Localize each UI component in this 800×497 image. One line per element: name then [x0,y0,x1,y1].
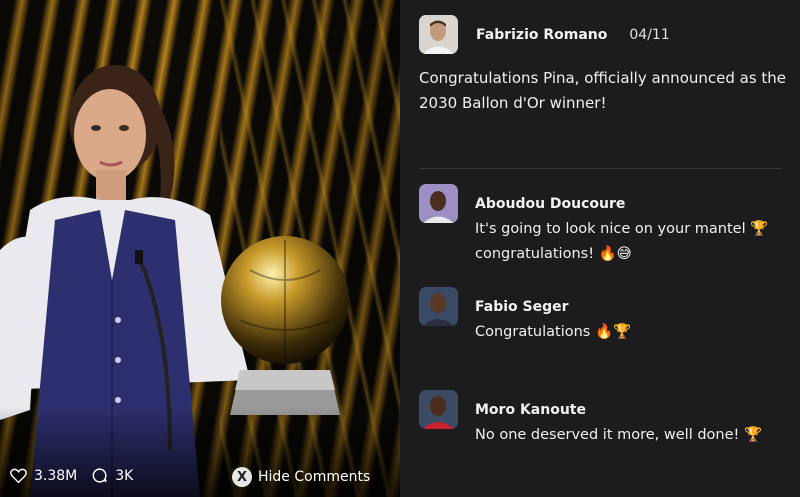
commenter-avatar[interactable] [419,287,458,326]
post-author-name[interactable]: Fabrizio Romano [476,27,607,43]
comment-item: Moro Kanoute No one deserved it more, we… [419,390,762,448]
comments-count: 3K [115,467,134,484]
social-post-view: 3.38M 3K X Hide Comments Fabrizio Romano [0,0,800,497]
post-text: Congratulations Pina, officially announc… [419,69,787,112]
likes-count: 3.38M [34,467,78,484]
comment-author[interactable]: Fabio Seger [475,299,631,315]
comment-author[interactable]: Aboudou Doucoure [475,196,768,212]
commenter-avatar[interactable] [419,390,458,429]
comment-item: Aboudou Doucoure It's going to look nice… [419,184,768,267]
comment-line: congratulations! 🔥😅 [475,246,632,262]
post-date: 04/11 [629,26,670,43]
comment-line: No one deserved it more, well done! 🏆 [475,427,763,443]
comments-stat[interactable]: 3K [91,467,133,484]
post-header: Fabrizio Romano 04/11 [419,15,670,54]
comment-line: Congratulations 🔥🏆 [475,324,632,340]
commenter-avatar[interactable] [419,184,458,223]
comments-panel: Fabrizio Romano 04/11 Congratulations Pi… [400,0,800,497]
comment-bubble-icon [92,468,107,483]
comment-item: Fabio Seger Congratulations 🔥🏆 [419,287,631,345]
author-avatar[interactable] [419,15,458,54]
likes-stat[interactable]: 3.38M [10,468,77,484]
hide-comments-button[interactable]: X Hide Comments [232,467,370,487]
post-image[interactable]: 3.38M 3K X Hide Comments [0,0,400,497]
post-stats: 3.38M 3K [10,467,141,484]
comment-author[interactable]: Moro Kanoute [475,402,762,418]
heart-icon [10,468,27,483]
x-button-icon: X [232,467,252,487]
ballon-dor-trophy [221,236,349,415]
comment-line: It's going to look nice on your mantel 🏆 [475,221,769,237]
hide-comments-label: Hide Comments [258,469,371,485]
comment-text: It's going to look nice on your mantel 🏆… [475,217,768,267]
divider [420,168,782,169]
comment-text: No one deserved it more, well done! 🏆 [475,423,762,448]
comment-text: Congratulations 🔥🏆 [475,320,631,345]
